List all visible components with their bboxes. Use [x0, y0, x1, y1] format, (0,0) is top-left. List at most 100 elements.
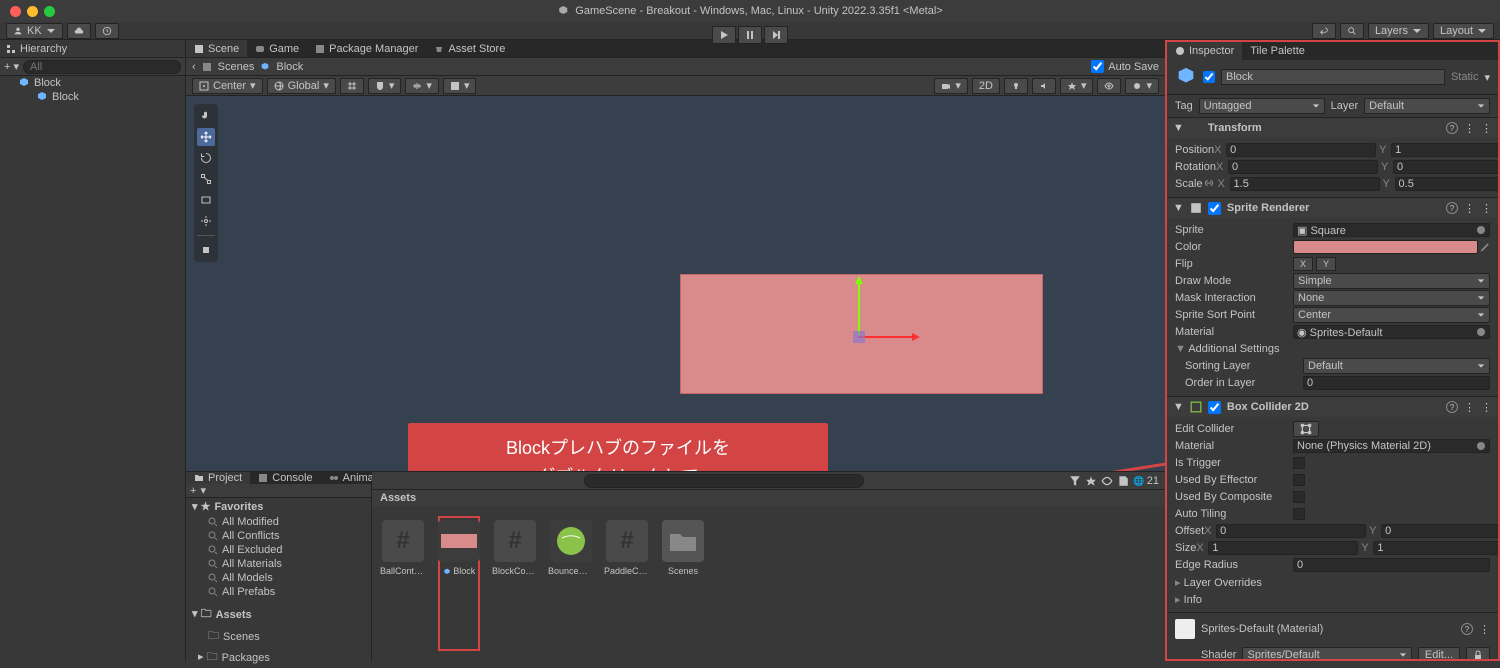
sprite-enabled[interactable] [1208, 202, 1221, 215]
space-toggle[interactable]: Global ▾ [267, 78, 336, 94]
autosave-checkbox[interactable] [1091, 60, 1104, 73]
audio-toggle[interactable] [1032, 78, 1056, 94]
filter-icon[interactable] [1069, 475, 1081, 487]
additional-settings[interactable]: ▼ Additional Settings [1175, 343, 1279, 355]
snap-toggle[interactable]: ▾ [368, 78, 402, 94]
order-field[interactable] [1303, 376, 1490, 390]
grid-snap[interactable] [340, 78, 364, 94]
static-dropdown[interactable]: ▾ [1484, 71, 1490, 84]
preset-button[interactable]: ⋮ [1464, 202, 1475, 215]
asset-item[interactable]: #BallControl... [382, 516, 424, 651]
asset-item[interactable]: #PaddleCon... [606, 516, 648, 651]
rotate-tool[interactable] [197, 149, 215, 167]
picker-icon[interactable] [1476, 327, 1486, 337]
edgeradius-field[interactable] [1293, 558, 1490, 572]
gizmos-toggle[interactable]: ▾ [1125, 78, 1159, 94]
hand-tool[interactable] [197, 107, 215, 125]
lighting-toggle[interactable] [1004, 78, 1028, 94]
eyedropper-icon[interactable] [1478, 241, 1490, 253]
account-button[interactable]: KK [6, 23, 63, 39]
layers-dropdown[interactable]: Layers [1368, 23, 1429, 39]
hierarchy-child[interactable]: Block [0, 90, 185, 104]
tab-inspector[interactable]: Inspector [1167, 42, 1242, 60]
hierarchy-root[interactable]: Block [0, 76, 185, 90]
menu-button[interactable]: ⋮ [1481, 202, 1492, 215]
history-button[interactable] [95, 23, 119, 39]
pause-button[interactable] [738, 26, 762, 44]
add-button[interactable]: + ▾ [4, 60, 19, 73]
save-icon[interactable] [1117, 475, 1129, 487]
scale-y[interactable] [1395, 177, 1498, 191]
preset-button[interactable]: ⋮ [1464, 122, 1475, 135]
hierarchy-tab[interactable]: Hierarchy [0, 40, 185, 58]
shader-lock-button[interactable] [1466, 647, 1490, 659]
project-search[interactable] [584, 474, 864, 488]
info-foldout[interactable]: ▸ Info [1175, 593, 1202, 606]
gameobject-name-field[interactable] [1221, 69, 1445, 85]
sprite-renderer-header[interactable]: ▼ Sprite Renderer ?⋮⋮ [1167, 198, 1498, 218]
rect-tool[interactable] [197, 191, 215, 209]
favorite-item[interactable]: All Models [186, 571, 371, 585]
composite-checkbox[interactable] [1293, 491, 1305, 503]
minimize-window-icon[interactable] [27, 6, 38, 17]
breadcrumb-back[interactable]: ‹ [192, 61, 196, 73]
step-button[interactable] [764, 26, 788, 44]
layer-dropdown[interactable]: Default [1364, 98, 1490, 114]
pivot-toggle[interactable]: Center ▾ [192, 78, 263, 94]
position-y[interactable] [1391, 143, 1498, 157]
shader-edit-button[interactable]: Edit... [1418, 647, 1460, 659]
flip-y[interactable]: Y [1316, 257, 1336, 271]
editcollider-button[interactable] [1293, 421, 1319, 437]
scene-camera[interactable]: ▾ [934, 78, 968, 94]
menu-button[interactable]: ⋮ [1481, 401, 1492, 414]
size-y[interactable] [1373, 541, 1498, 555]
offset-y[interactable] [1381, 524, 1498, 538]
boxcollider-header[interactable]: ▼ Box Collider 2D ?⋮⋮ [1167, 397, 1498, 417]
tab-scene[interactable]: Scene [186, 40, 247, 57]
preset-button[interactable]: ⋮ [1464, 401, 1475, 414]
assets-header[interactable]: ▾ 🗀Assets [186, 603, 371, 626]
transform-header[interactable]: ▼ Transform ? ⋮ ⋮ [1167, 118, 1498, 138]
favorite-item[interactable]: All Materials [186, 557, 371, 571]
project-breadcrumb[interactable]: Assets [372, 490, 1165, 506]
packages-folder[interactable]: ▸ 🗀Packages [186, 647, 371, 668]
picker-icon[interactable] [1476, 441, 1486, 451]
rotation-x[interactable] [1228, 160, 1378, 174]
favorite-item[interactable]: All Prefabs [186, 585, 371, 599]
breadcrumb-scenes[interactable]: Scenes [218, 61, 255, 73]
scale-x[interactable] [1230, 177, 1380, 191]
scale-tool[interactable] [197, 170, 215, 188]
tag-dropdown[interactable]: Untagged [1199, 98, 1325, 114]
favorite-item[interactable]: All Excluded [186, 543, 371, 557]
move-tool[interactable] [197, 128, 215, 146]
gizmo-x-axis[interactable] [858, 336, 918, 338]
tab-package-manager[interactable]: Package Manager [307, 40, 426, 57]
shader-dropdown[interactable]: Sprites/Default [1242, 647, 1411, 659]
gameobject-enabled-checkbox[interactable] [1203, 71, 1215, 83]
undo-button[interactable] [1312, 23, 1336, 39]
asset-item[interactable]: #BlockCont... [494, 516, 536, 651]
sortpoint-dropdown[interactable]: Center [1293, 307, 1490, 323]
gizmo-center[interactable] [853, 331, 865, 343]
fx-toggle[interactable]: ▾ [1060, 78, 1094, 94]
favorite-item[interactable]: All Conflicts [186, 529, 371, 543]
menu-button[interactable]: ⋮ [1481, 122, 1492, 135]
favorite-icon[interactable] [1085, 475, 1097, 487]
help-icon[interactable]: ? [1446, 202, 1458, 214]
sortlayer-dropdown[interactable]: Default [1303, 358, 1490, 374]
layer-overrides[interactable]: ▸ Layer Overrides [1175, 576, 1262, 589]
transform-tool[interactable] [197, 212, 215, 230]
scene-viewport[interactable]: Blockプレハブのファイルを ダブルクリックして インスペクターを表示します [186, 96, 1165, 471]
assets-scenes[interactable]: 🗀Scenes [186, 626, 371, 647]
physmat-field[interactable]: None (Physics Material 2D) [1293, 439, 1490, 453]
autotile-checkbox[interactable] [1293, 508, 1305, 520]
drawmode-dropdown[interactable]: Simple [1293, 273, 1490, 289]
favorite-item[interactable]: All Modified [186, 515, 371, 529]
help-icon[interactable]: ? [1461, 623, 1473, 635]
mask-dropdown[interactable]: None [1293, 290, 1490, 306]
hierarchy-search[interactable] [23, 60, 181, 74]
maximize-window-icon[interactable] [44, 6, 55, 17]
tab-console[interactable]: Console [250, 472, 320, 484]
custom-tool[interactable] [197, 241, 215, 259]
close-window-icon[interactable] [10, 6, 21, 17]
